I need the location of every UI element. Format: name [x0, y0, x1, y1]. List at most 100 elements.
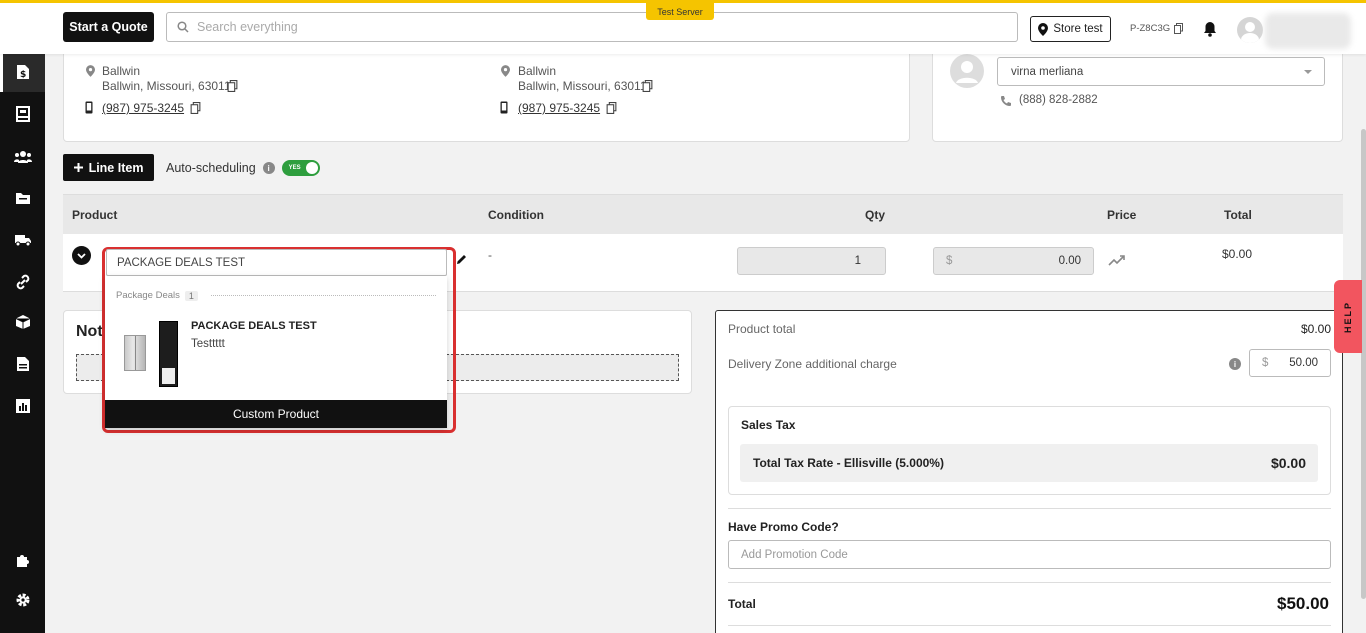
notifications-bell-icon[interactable]: [1203, 21, 1217, 37]
sidebar-item-plugins[interactable]: [14, 551, 32, 569]
product-dropdown: Package Deals 1 PACKAGE DEALS TEST Testt…: [105, 276, 447, 428]
total-value: $50.00: [1277, 594, 1329, 613]
delivery-zone-charge-input[interactable]: $ 50.00: [1249, 349, 1331, 377]
custom-product-button[interactable]: Custom Product: [105, 400, 447, 428]
location-pin-icon: [1038, 22, 1049, 36]
box-icon: [15, 315, 31, 329]
copy-icon[interactable]: [190, 102, 201, 114]
copy-icon[interactable]: [606, 102, 617, 114]
location-pin-icon: [501, 65, 510, 77]
price-trend-icon[interactable]: [1108, 254, 1126, 266]
sidebar-item-reports[interactable]: [14, 397, 32, 415]
sidebar-item-delivery[interactable]: [14, 231, 32, 249]
product-total-value: $0.00: [1301, 322, 1332, 336]
auto-scheduling: Auto-scheduling i YES: [166, 160, 320, 176]
add-line-item-button[interactable]: Line Item: [63, 154, 154, 181]
sidebar-item-inventory[interactable]: [14, 313, 32, 331]
scrollbar-thumb[interactable]: [1361, 129, 1366, 599]
promo-code-input[interactable]: Add Promotion Code: [728, 540, 1331, 569]
divider: [728, 625, 1331, 626]
help-tab[interactable]: HELP: [1334, 280, 1362, 353]
register-icon: [16, 106, 30, 122]
divider: [210, 295, 436, 296]
salesperson-select[interactable]: virna merliana: [997, 57, 1325, 86]
sidebar-item-customers[interactable]: [14, 148, 32, 166]
promo-code-label: Have Promo Code?: [728, 520, 839, 534]
sidebar-item-documents[interactable]: [14, 355, 32, 373]
info-icon[interactable]: i: [262, 162, 275, 174]
auto-scheduling-toggle[interactable]: YES: [281, 160, 320, 176]
sidebar: $: [0, 0, 45, 633]
shipping-city: Ballwin: [518, 64, 557, 78]
notes-title: Not: [76, 323, 103, 340]
package-product-image[interactable]: [159, 321, 178, 387]
tax-rate-label: Total Tax Rate - Ellisville (5.000%): [753, 456, 944, 470]
copy-icon[interactable]: [227, 80, 238, 92]
search-icon: [177, 21, 189, 33]
truck-icon: [15, 235, 31, 247]
sidebar-item-settings[interactable]: [14, 591, 32, 609]
column-condition: Condition: [488, 208, 544, 222]
sidebar-item-integrations[interactable]: [14, 273, 32, 291]
edit-pencil-icon[interactable]: [456, 254, 467, 265]
document-dollar-icon: $: [17, 65, 29, 80]
fridge-product-image[interactable]: [124, 335, 146, 371]
shipping-address: Ballwin, Missouri, 63011: [518, 79, 647, 93]
tax-rate-row: Total Tax Rate - Ellisville (5.000%) $0.…: [740, 444, 1318, 482]
top-bar: Start a Quote Search everything Test Ser…: [0, 0, 1366, 54]
column-qty: Qty: [865, 208, 886, 222]
salesperson-card: [932, 40, 1343, 142]
dropdown-item-description[interactable]: Testtttt: [191, 338, 225, 350]
user-name-redacted[interactable]: [1265, 13, 1351, 49]
price-input[interactable]: $ 0.00: [933, 247, 1094, 275]
row-total-value: $0.00: [1222, 247, 1253, 261]
sidebar-item-register[interactable]: [14, 105, 32, 123]
chevron-down-icon: [1304, 70, 1312, 74]
users-icon: [14, 151, 32, 163]
sales-tax-title: Sales Tax: [741, 418, 796, 432]
salesperson-avatar-icon: [950, 54, 984, 88]
file-text-icon: [17, 357, 29, 371]
bar-chart-icon: [16, 399, 30, 413]
condition-value: -: [488, 248, 492, 262]
sidebar-item-quotes[interactable]: $: [14, 63, 32, 81]
mobile-phone-icon: [500, 101, 508, 114]
shipping-phone-link[interactable]: (987) 975-3245: [518, 101, 617, 115]
puzzle-icon: [17, 555, 29, 567]
store-label: Store test: [1053, 23, 1103, 35]
copy-icon[interactable]: [642, 80, 653, 92]
link-icon: [16, 274, 30, 290]
group-count-badge: 1: [184, 290, 198, 301]
start-quote-button[interactable]: Start a Quote: [63, 12, 154, 42]
column-total: Total: [1224, 208, 1252, 222]
billing-city: Ballwin: [102, 64, 141, 78]
total-label: Total: [728, 597, 756, 611]
svg-text:$: $: [20, 70, 26, 80]
delivery-zone-label: Delivery Zone additional charge: [728, 357, 897, 371]
product-total-label: Product total: [728, 322, 796, 336]
dropdown-group-header: Package Deals 1: [116, 290, 436, 301]
folder-icon: [16, 193, 30, 204]
search-placeholder: Search everything: [197, 20, 298, 34]
divider: [728, 508, 1331, 509]
line-items-table-header: Product Condition Qty Price Total: [63, 194, 1343, 234]
search-input[interactable]: Search everything: [166, 12, 1018, 42]
store-selector-button[interactable]: Store test: [1030, 16, 1111, 42]
plus-icon: [73, 163, 83, 172]
dropdown-item-name[interactable]: PACKAGE DEALS TEST: [191, 320, 317, 332]
user-avatar[interactable]: [1237, 17, 1263, 43]
mobile-phone-icon: [85, 101, 93, 114]
billing-address: Ballwin, Missouri, 63011: [102, 79, 231, 93]
account-code[interactable]: P-Z8C3G: [1130, 23, 1184, 34]
billing-phone-link[interactable]: (987) 975-3245: [102, 101, 201, 115]
sidebar-item-orders[interactable]: [14, 189, 32, 207]
tax-rate-value: $0.00: [1270, 455, 1306, 471]
copy-icon[interactable]: [1174, 23, 1184, 34]
expand-row-chevron-icon[interactable]: [72, 246, 91, 265]
product-search-input[interactable]: PACKAGE DEALS TEST: [106, 249, 447, 276]
info-icon[interactable]: i: [1229, 358, 1241, 370]
gear-icon: [16, 593, 30, 607]
quantity-input[interactable]: 1: [737, 247, 886, 275]
column-price: Price: [1107, 208, 1137, 222]
divider: [728, 582, 1331, 583]
